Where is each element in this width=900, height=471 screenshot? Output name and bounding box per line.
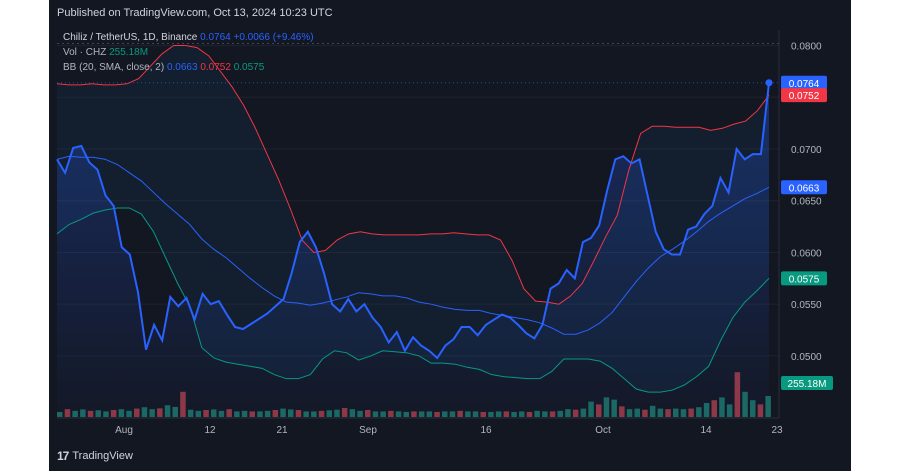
bb-lower-badge-text: 0.0575 (789, 274, 820, 285)
last-price-badge-text: 0.0764 (789, 79, 820, 90)
tradingview-logo-icon: 17 (57, 449, 69, 463)
price-change: +0.0066 (+9.46%) (233, 32, 314, 43)
bb-basis-value: 0.0663 (166, 62, 198, 73)
symbol-name: Chiliz / TetherUS, 1D, Binance (63, 32, 198, 43)
chart-frame: 0.08000.07500.07000.06500.06000.05500.05… (49, 0, 851, 471)
legend-volume-row[interactable]: Vol · CHZ 255.18M (63, 45, 314, 60)
brand-name: TradingView (72, 450, 133, 462)
x-tick-label: 23 (771, 425, 783, 436)
y-tick-label: 0.0600 (791, 248, 822, 259)
volume-badge-text: 255.18M (788, 379, 827, 390)
y-tick-label: 0.0800 (791, 42, 822, 53)
x-tick-label: 12 (204, 425, 216, 436)
tradingview-footer[interactable]: 17 TradingView (57, 449, 133, 463)
bb-upper-badge-text: 0.0752 (789, 91, 820, 102)
last-price-dot (765, 79, 773, 87)
bb-upper-value: 0.0752 (200, 62, 231, 73)
y-tick-label: 0.0550 (791, 300, 822, 311)
bb-label: BB (20, SMA, close, 2) (63, 62, 165, 73)
x-tick-label: 21 (276, 425, 288, 436)
y-tick-label: 0.0500 (791, 352, 822, 363)
legend-bb-row[interactable]: BB (20, SMA, close, 2) 0.0663 0.0752 0.0… (63, 60, 314, 75)
legend-symbol-row[interactable]: Chiliz / TetherUS, 1D, Binance 0.0764 +0… (63, 30, 314, 45)
last-price: 0.0764 (200, 32, 231, 43)
y-tick-label: 0.0700 (791, 145, 822, 156)
x-tick-label: Aug (115, 425, 133, 436)
bb-basis-badge-text: 0.0663 (789, 183, 820, 194)
x-tick-label: Sep (359, 425, 377, 436)
bb-lower-value: 0.0575 (233, 62, 265, 73)
volume-value: 255.18M (109, 47, 149, 58)
published-caption: Published on TradingView.com, Oct 13, 20… (57, 7, 333, 19)
volume-label: Vol · CHZ (63, 47, 107, 58)
chart-legend: Chiliz / TetherUS, 1D, Binance 0.0764 +0… (63, 30, 314, 75)
x-tick-label: 16 (480, 425, 492, 436)
x-tick-label: Oct (595, 425, 611, 436)
y-tick-label: 0.0650 (791, 197, 822, 208)
x-tick-label: 14 (700, 425, 712, 436)
